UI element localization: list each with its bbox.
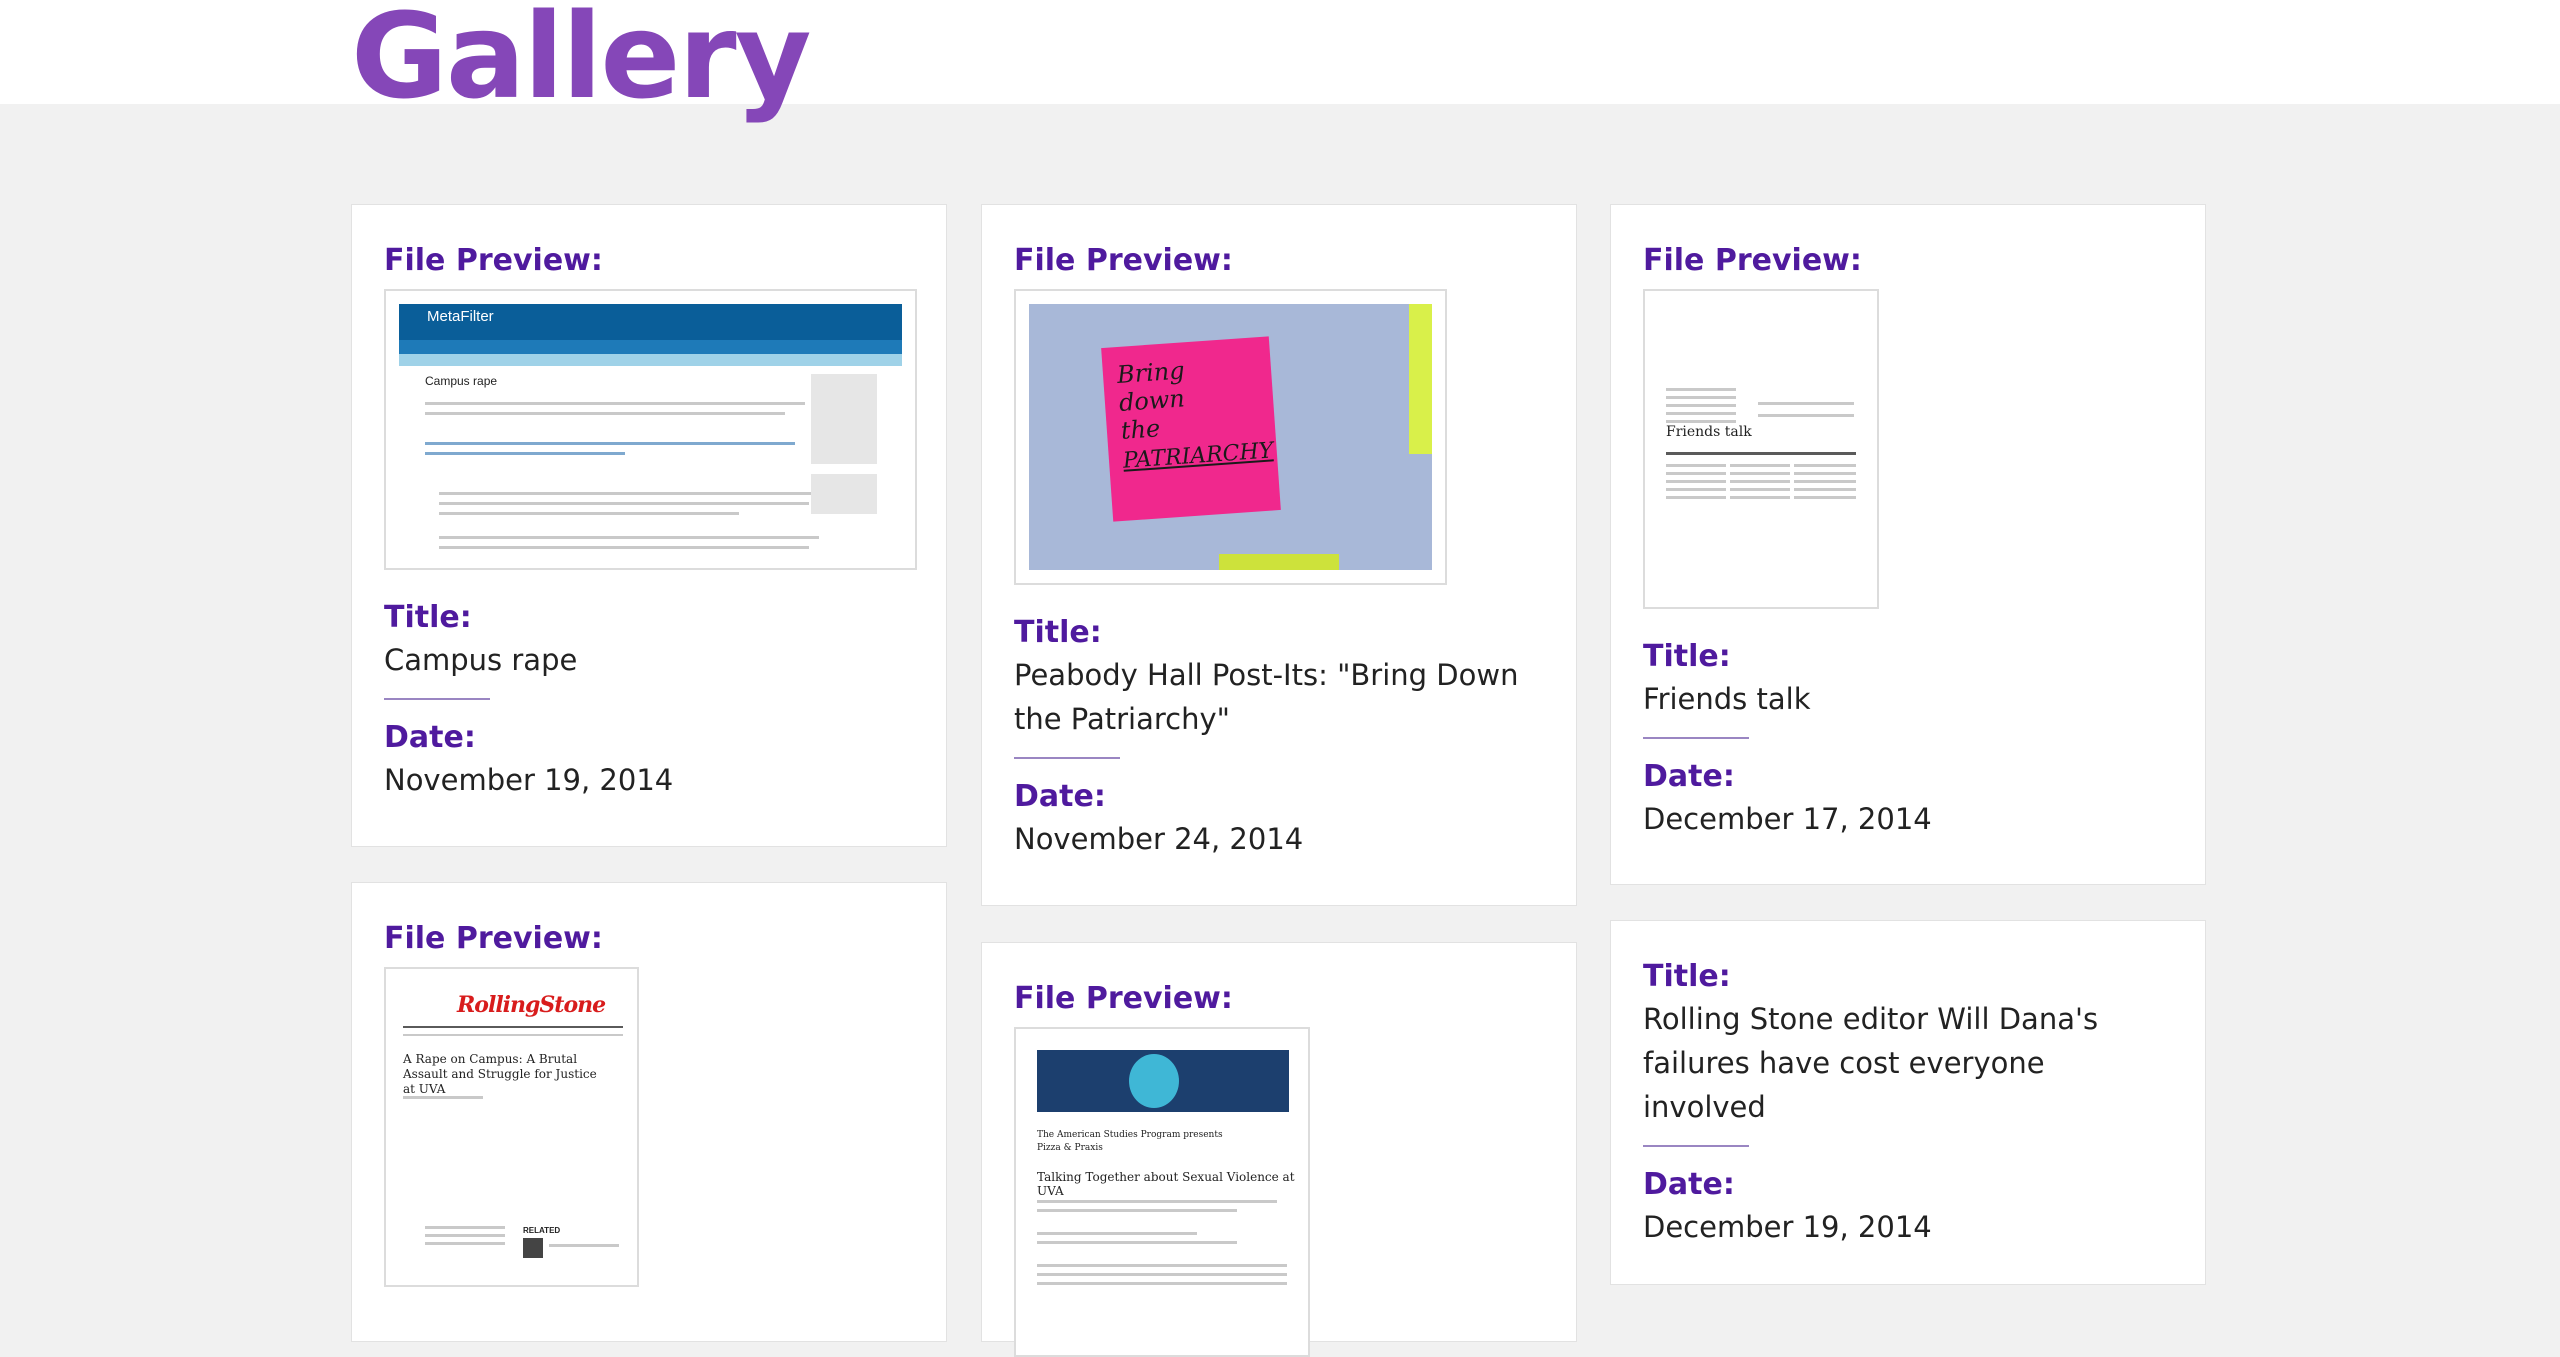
gallery-card[interactable]: File Preview: The American Studies Progr… xyxy=(981,942,1577,1357)
date-label: Date: xyxy=(1643,1167,1735,1202)
item-date: November 19, 2014 xyxy=(384,763,674,797)
item-date: December 19, 2014 xyxy=(1643,1210,1932,1244)
preview-line: The American Studies Program presents xyxy=(1037,1130,1223,1140)
item-title: Friends talk xyxy=(1643,682,1811,716)
file-preview-label: File Preview: xyxy=(1014,243,1233,278)
title-label: Title: xyxy=(384,600,472,635)
file-preview-image[interactable]: RollingStone A Rape on Campus: A Brutal … xyxy=(384,967,639,1287)
file-preview-image[interactable]: Bring down the PATRIARCHY xyxy=(1014,289,1447,585)
note-line: Bring down xyxy=(1116,356,1186,417)
preview-masthead: RollingStone xyxy=(457,992,606,1018)
item-title: Campus rape xyxy=(384,643,578,677)
divider xyxy=(384,698,490,700)
item-title: Peabody Hall Post-Its: "Bring Down the P… xyxy=(1014,658,1519,736)
gallery-card[interactable]: File Preview: Bring down the PATRIARCHY … xyxy=(981,204,1577,906)
preview-heading: Talking Together about Sexual Violence a… xyxy=(1037,1170,1295,1198)
preview-related: RELATED xyxy=(523,1226,561,1235)
divider xyxy=(1014,757,1120,759)
sticky-note: Bring down the PATRIARCHY xyxy=(1101,336,1281,522)
preview-headline: A Rape on Campus: A Brutal Assault and S… xyxy=(403,1052,597,1096)
date-label: Date: xyxy=(1643,759,1735,794)
file-preview-label: File Preview: xyxy=(1014,981,1233,1016)
gallery-card[interactable]: File Preview: RollingStone A Rape on Cam… xyxy=(351,882,947,1342)
date-label: Date: xyxy=(384,720,476,755)
gallery-card[interactable]: Title: Rolling Stone editor Will Dana's … xyxy=(1610,920,2206,1285)
preview-heading: Friends talk xyxy=(1666,424,1752,440)
file-preview-image[interactable]: MetaFilter Campus rape xyxy=(384,289,917,570)
divider xyxy=(1643,737,1749,739)
date-label: Date: xyxy=(1014,779,1106,814)
item-date: November 24, 2014 xyxy=(1014,822,1304,856)
preview-heading: Campus rape xyxy=(425,374,498,388)
title-label: Title: xyxy=(1643,639,1731,674)
gallery-card[interactable]: File Preview: MetaFilter Campus rape Tit… xyxy=(351,204,947,847)
preview-site-name: MetaFilter xyxy=(427,308,494,325)
file-preview-label: File Preview: xyxy=(384,243,603,278)
item-date: December 17, 2014 xyxy=(1643,802,1932,836)
item-title: Rolling Stone editor Will Dana's failure… xyxy=(1643,1002,2099,1124)
file-preview-image[interactable]: Friends talk xyxy=(1643,289,1879,609)
preview-line: Pizza & Praxis xyxy=(1037,1143,1103,1153)
page-title: Gallery xyxy=(351,0,812,125)
title-label: Title: xyxy=(1643,959,1731,994)
title-label: Title: xyxy=(1014,615,1102,650)
file-preview-label: File Preview: xyxy=(1643,243,1862,278)
gallery-card[interactable]: File Preview: Friends talk Title: Friend… xyxy=(1610,204,2206,885)
header-bar: Gallery xyxy=(0,0,2560,125)
divider xyxy=(1643,1145,1749,1147)
file-preview-label: File Preview: xyxy=(384,921,603,956)
